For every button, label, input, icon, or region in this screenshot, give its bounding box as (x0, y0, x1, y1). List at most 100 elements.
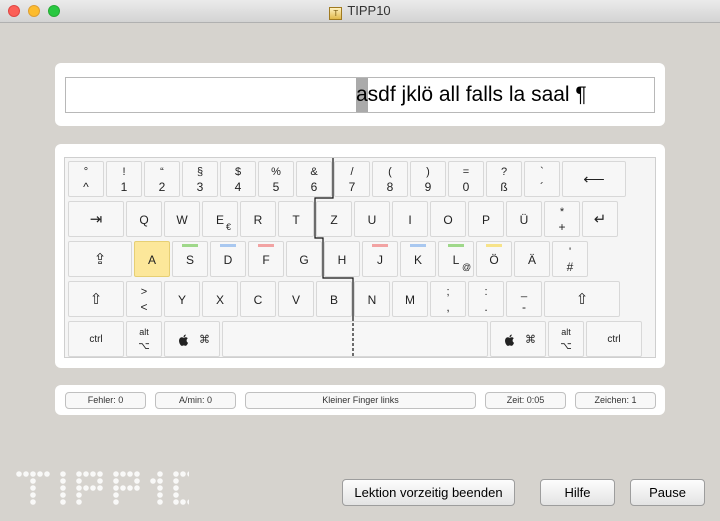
key-j[interactable]: J (362, 241, 398, 277)
chars-field: Zeichen: 1 (575, 392, 656, 409)
right-alt-key[interactable]: alt ⌥ (548, 321, 584, 357)
right-ctrl-key[interactable]: ctrl (586, 321, 642, 357)
key-label: G (299, 253, 309, 267)
key-label: ⌥ (560, 341, 572, 352)
key-9[interactable]: ) 9 (410, 161, 446, 197)
key-m[interactable]: M (392, 281, 428, 317)
backspace-key[interactable]: ⟵ (562, 161, 626, 197)
key-t[interactable]: T (278, 201, 314, 237)
key-label: , (446, 300, 450, 314)
key-shift-label: ( (388, 166, 392, 178)
key-2[interactable]: “2 (144, 161, 180, 197)
key-ae[interactable]: Ä (514, 241, 550, 277)
key-i[interactable]: I (392, 201, 428, 237)
help-button[interactable]: Hilfe (540, 479, 615, 506)
key-x[interactable]: X (202, 281, 238, 317)
key-o[interactable]: O (430, 201, 466, 237)
key-label: ↵ (593, 211, 607, 228)
tab-key[interactable]: ⇥ (68, 201, 124, 237)
key-c[interactable]: C (240, 281, 276, 317)
key-a[interactable]: A (134, 241, 170, 277)
key-5[interactable]: % 5 (258, 161, 294, 197)
key-y[interactable]: Y (164, 281, 200, 317)
key-b[interactable]: B (316, 281, 352, 317)
key-label: 5 (272, 180, 280, 194)
left-alt-key[interactable]: alt ⌥ (126, 321, 162, 357)
key-p[interactable]: P (468, 201, 504, 237)
key-minus[interactable]: _ - (506, 281, 542, 317)
return-key[interactable]: ↵ (582, 201, 618, 237)
key-label: ctrl (607, 334, 621, 345)
key-ue[interactable]: Ü (506, 201, 542, 237)
key-label: K (413, 253, 422, 267)
key-label: M (405, 293, 415, 307)
left-cmd-key[interactable]: ⌘ (164, 321, 220, 357)
key-label: Q (139, 213, 149, 227)
key-label: 0 (462, 180, 470, 194)
key-g[interactable]: G (286, 241, 322, 277)
key-v[interactable]: V (278, 281, 314, 317)
command-icon: ⌘ (525, 334, 536, 346)
key-shift-label: ` (540, 166, 544, 178)
apple-icon (179, 334, 189, 349)
key-label: 6 (310, 180, 318, 194)
key-less-than[interactable]: > < (126, 281, 162, 317)
space-key[interactable] (222, 321, 488, 357)
key-alt-label: @ (462, 262, 472, 272)
key-oe[interactable]: Ö (476, 241, 512, 277)
key-comma[interactable]: ;, (430, 281, 466, 317)
key-label: J (377, 253, 383, 267)
key-0[interactable]: = 0 (448, 161, 484, 197)
key-n[interactable]: N (354, 281, 390, 317)
key-plus[interactable]: * + (544, 201, 580, 237)
key-1[interactable]: ! 1 (106, 161, 142, 197)
key-label: ⟵ (583, 171, 605, 188)
right-shift-key[interactable]: ⇧ (544, 281, 620, 317)
right-cmd-key[interactable]: ⌘ (490, 321, 546, 357)
key-shift-label: ? (500, 166, 508, 178)
key-shift-label: alt (561, 327, 571, 337)
key-period[interactable]: :. (468, 281, 504, 317)
key-s[interactable]: S (172, 241, 208, 277)
app-icon: T (329, 7, 343, 20)
key-6[interactable]: & 6 (296, 161, 332, 197)
key-label: ß (500, 180, 508, 194)
key-w[interactable]: W (164, 201, 200, 237)
key-h[interactable]: H (324, 241, 360, 277)
key-label: X (215, 293, 224, 307)
pause-button[interactable]: Pause (630, 479, 705, 506)
key-z[interactable]: Z (316, 201, 352, 237)
key-shift-label: _ (520, 286, 528, 298)
key-eszett[interactable]: ? ß (486, 161, 522, 197)
key-f[interactable]: F (248, 241, 284, 277)
key-d[interactable]: D (210, 241, 246, 277)
key-label: < (140, 300, 148, 314)
key-acute[interactable]: ` ´ (524, 161, 560, 197)
key-r[interactable]: R (240, 201, 276, 237)
window-title-text: TIPP10 (347, 3, 391, 18)
key-label: 4 (234, 180, 242, 194)
key-l[interactable]: L @ (438, 241, 474, 277)
key-4[interactable]: $4 (220, 161, 256, 197)
key-label: Ö (489, 253, 499, 267)
key-hash[interactable]: ' # (552, 241, 588, 277)
end-lesson-button[interactable]: Lektion vorzeitig beenden (342, 479, 515, 506)
left-shift-key[interactable]: ⇧ (68, 281, 124, 317)
key-k[interactable]: K (400, 241, 436, 277)
key-shift-label: ° (83, 166, 89, 178)
key-7[interactable]: /7 (334, 161, 370, 197)
key-shift-label: “ (160, 166, 164, 178)
key-label: S (185, 253, 194, 267)
key-label: V (291, 293, 300, 307)
key-8[interactable]: (8 (372, 161, 408, 197)
errors-field: Fehler: 0 (65, 392, 146, 409)
key-u[interactable]: U (354, 201, 390, 237)
key-q[interactable]: Q (126, 201, 162, 237)
key-e[interactable]: E € (202, 201, 238, 237)
key-circumflex[interactable]: ° ^ (68, 161, 104, 197)
key-3[interactable]: § 3 (182, 161, 218, 197)
left-ctrl-key[interactable]: ctrl (68, 321, 124, 357)
time-field: Zeit: 0:05 (485, 392, 566, 409)
caps-lock-key[interactable]: ⇪ (68, 241, 132, 277)
key-shift-label: = (462, 166, 470, 178)
